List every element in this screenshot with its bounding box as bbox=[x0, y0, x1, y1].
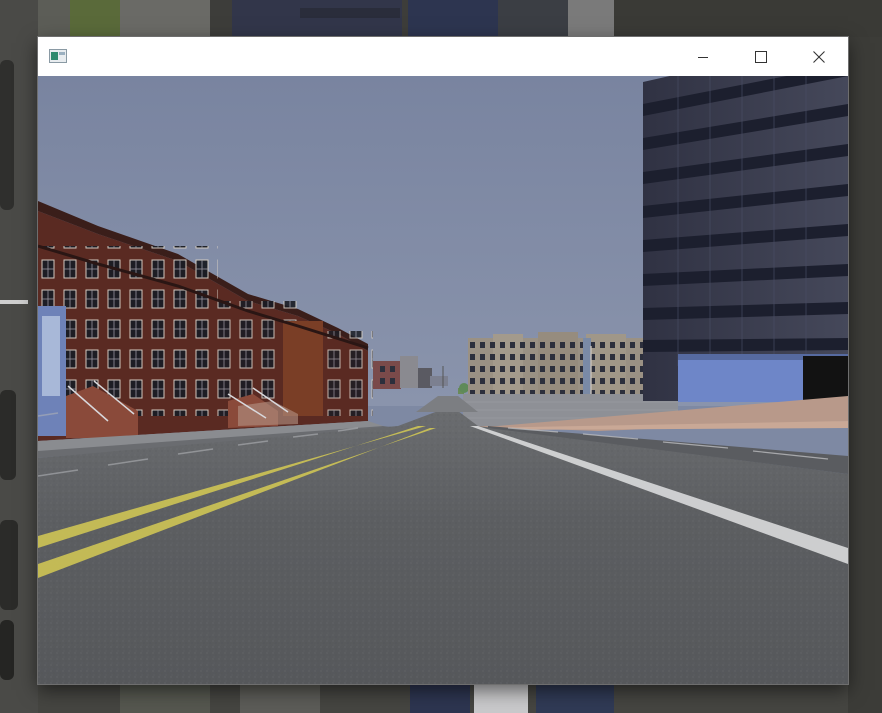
title-bar[interactable] bbox=[38, 37, 848, 76]
app-window-icon bbox=[49, 49, 67, 63]
office-tower bbox=[643, 76, 848, 402]
apartment-complex bbox=[468, 332, 643, 398]
driving-scene bbox=[38, 76, 848, 684]
close-button[interactable] bbox=[790, 37, 848, 76]
minimize-button[interactable] bbox=[674, 37, 732, 76]
maximize-button[interactable] bbox=[732, 37, 790, 76]
maximize-icon bbox=[755, 50, 767, 63]
minimize-icon bbox=[698, 56, 708, 58]
app-window bbox=[38, 37, 848, 684]
desktop bbox=[0, 0, 882, 713]
simulation-viewport[interactable] bbox=[38, 76, 848, 684]
close-icon bbox=[813, 50, 825, 63]
